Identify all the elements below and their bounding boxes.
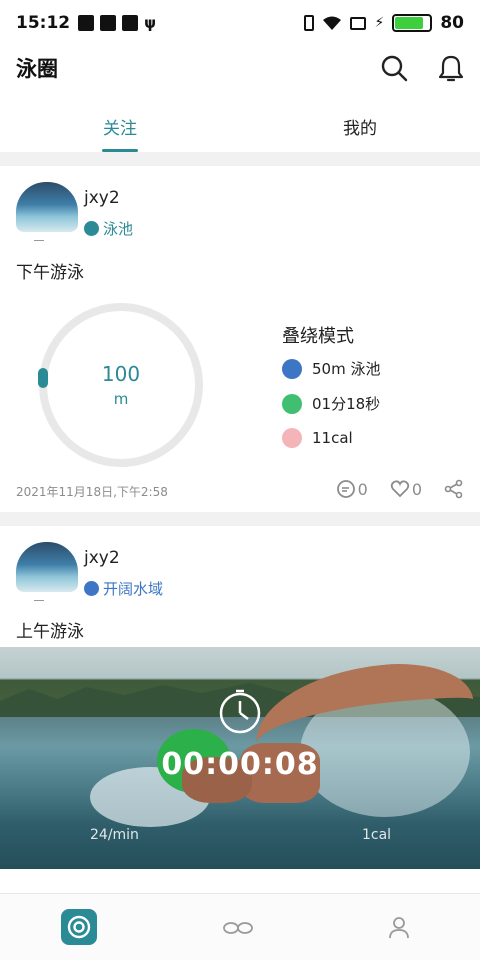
ring-value: 100 bbox=[101, 362, 141, 386]
battery-icon bbox=[392, 14, 433, 32]
post-title: 上午游泳 bbox=[16, 622, 84, 642]
upload-icon bbox=[100, 15, 117, 31]
comment-count: 0 bbox=[357, 479, 368, 499]
page-title: 泳圈 bbox=[16, 57, 58, 81]
section-divider bbox=[0, 512, 480, 526]
photo-calories: 1cal bbox=[362, 827, 392, 843]
goggles-icon bbox=[223, 922, 253, 934]
stopwatch-icon bbox=[219, 689, 261, 734]
post-title: 下午游泳 bbox=[16, 263, 84, 283]
app-header: 泳圈 bbox=[0, 46, 480, 90]
play-icon bbox=[78, 15, 95, 31]
distance-ring: 100 m bbox=[36, 300, 206, 470]
comment-button[interactable]: 0 bbox=[336, 479, 368, 499]
battery-percent: 80 bbox=[440, 13, 464, 33]
elapsed-timer: 00:00:08 bbox=[161, 747, 319, 782]
post-actions: 0 0 bbox=[336, 479, 464, 499]
post-card[interactable]: jxy2 泳池 下午游泳 100 m 叠绕模式 50m 泳池 01分18秒 11… bbox=[0, 166, 480, 512]
tag-label: 开阔水域 bbox=[103, 580, 164, 598]
bell-icon[interactable] bbox=[438, 54, 464, 82]
comment-icon bbox=[336, 480, 355, 498]
stroke-rate: 24/min bbox=[90, 827, 139, 843]
avatar[interactable] bbox=[16, 542, 78, 592]
swim-icon bbox=[84, 221, 99, 236]
stat-pool: 50m 泳池 bbox=[312, 360, 381, 378]
vibrate-icon bbox=[304, 15, 315, 31]
tab-bar: 关注 我的 bbox=[0, 100, 480, 152]
nav-profile[interactable] bbox=[379, 907, 419, 947]
flame-icon bbox=[282, 428, 302, 448]
swim-mode: 叠绕模式 bbox=[282, 326, 354, 347]
avatar[interactable] bbox=[16, 182, 78, 232]
tag-label: 泳池 bbox=[103, 220, 134, 238]
share-icon[interactable] bbox=[444, 479, 464, 499]
heart-icon bbox=[390, 480, 409, 498]
tab-mine[interactable]: 我的 bbox=[240, 100, 480, 152]
battery-fill bbox=[395, 17, 423, 29]
like-count: 0 bbox=[411, 479, 422, 499]
pool-tag: 泳池 bbox=[84, 218, 133, 239]
openwater-tag: 开阔水域 bbox=[84, 578, 163, 599]
swim-photo[interactable]: 00:00:08 24/min 1cal bbox=[0, 647, 480, 869]
status-bar: 15:12 ψ ⚡ 80 bbox=[0, 0, 480, 46]
charging-icon: ⚡ bbox=[374, 15, 385, 31]
avatar-underline bbox=[34, 240, 44, 241]
water-drop-icon bbox=[84, 581, 99, 596]
post-timestamp: 2021年11月18日,下午2:58 bbox=[16, 485, 168, 499]
stat-row-calories: 11cal bbox=[282, 428, 353, 448]
android-icon bbox=[122, 15, 139, 31]
bottom-nav bbox=[0, 893, 480, 960]
tab-following[interactable]: 关注 bbox=[0, 100, 240, 152]
stat-duration: 01分18秒 bbox=[312, 395, 381, 413]
username[interactable]: jxy2 bbox=[84, 548, 120, 568]
pool-icon bbox=[282, 358, 302, 379]
avatar-underline bbox=[34, 600, 44, 601]
clock-icon bbox=[282, 393, 302, 414]
section-divider bbox=[0, 152, 480, 166]
ring-unit: m bbox=[113, 390, 129, 408]
username[interactable]: jxy2 bbox=[84, 188, 120, 208]
stat-row-pool: 50m 泳池 bbox=[282, 358, 380, 379]
like-button[interactable]: 0 bbox=[390, 479, 422, 499]
wifi-icon bbox=[323, 16, 342, 30]
nav-swim[interactable] bbox=[218, 907, 258, 947]
nav-home[interactable] bbox=[60, 909, 97, 945]
stat-calories: 11cal bbox=[312, 429, 353, 447]
cast-icon bbox=[350, 16, 367, 30]
search-icon[interactable] bbox=[380, 54, 408, 82]
stat-row-time: 01分18秒 bbox=[282, 393, 380, 414]
usb-icon: ψ bbox=[144, 14, 157, 32]
home-icon bbox=[67, 915, 90, 939]
profile-icon bbox=[389, 917, 410, 939]
status-time: 15:12 bbox=[16, 13, 71, 33]
